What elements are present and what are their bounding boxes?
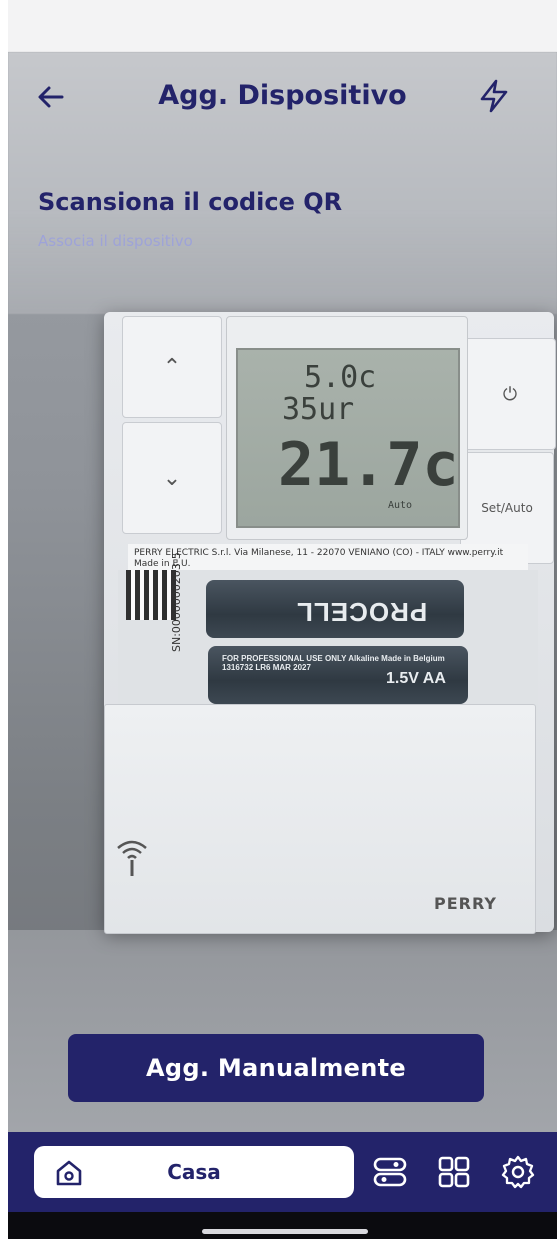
system-navigation-bar xyxy=(8,1212,557,1239)
device-brand: PERRY xyxy=(434,894,498,913)
label-text: PERRY ELECTRIC S.r.l. Via Milanese, 11 -… xyxy=(134,548,504,558)
scenes-icon[interactable] xyxy=(372,1154,408,1190)
scan-subtitle: Associa il dispositivo xyxy=(38,232,193,250)
label-made: Made in E.U. xyxy=(134,559,191,569)
app-screen: ⌃ ⌄ ⏻ Set/Auto 5.0c 35ur 21.7c Auto PERR… xyxy=(8,0,557,1239)
lcd-line-1: 5.0c xyxy=(304,360,377,395)
lightning-icon[interactable] xyxy=(476,78,512,114)
device-qr-code xyxy=(126,570,176,620)
serial-number: SN:0000000203-5 xyxy=(170,552,183,652)
nav-home-label: Casa xyxy=(167,1160,221,1184)
camera-device-thermostat: ⌃ ⌄ ⏻ Set/Auto 5.0c 35ur 21.7c Auto PERR… xyxy=(104,312,556,934)
lcd-temperature: 21.7c xyxy=(278,430,459,500)
set-auto-label: Set/Auto xyxy=(481,501,533,515)
home-indicator[interactable] xyxy=(202,1229,368,1234)
lcd-line-2: 35ur xyxy=(282,392,355,427)
page-title: Agg. Dispositivo xyxy=(158,80,407,111)
battery-brand: PROCELL xyxy=(296,597,428,627)
power-key: ⏻ xyxy=(464,338,556,450)
bottom-navigation: Casa xyxy=(8,1132,557,1212)
battery-bottom: FOR PROFESSIONAL USE ONLY Alkaline Made … xyxy=(208,646,468,704)
add-manually-button[interactable]: Agg. Manualmente xyxy=(68,1034,484,1102)
wifi-icon xyxy=(117,840,147,876)
down-key: ⌄ xyxy=(122,422,222,534)
scan-title: Scansiona il codice QR xyxy=(38,188,343,216)
lcd-display: 5.0c 35ur 21.7c Auto xyxy=(236,348,460,528)
battery-top: PROCELL xyxy=(206,580,464,638)
nav-home-tab[interactable]: Casa xyxy=(34,1146,354,1198)
status-bar xyxy=(8,0,557,52)
top-app-bar: Agg. Dispositivo xyxy=(8,52,557,142)
up-key: ⌃ xyxy=(122,316,222,418)
settings-icon[interactable] xyxy=(500,1154,536,1190)
battery-size: 1.5V AA xyxy=(386,670,446,687)
grid-icon[interactable] xyxy=(436,1154,472,1190)
lcd-mode: Auto xyxy=(388,500,413,511)
